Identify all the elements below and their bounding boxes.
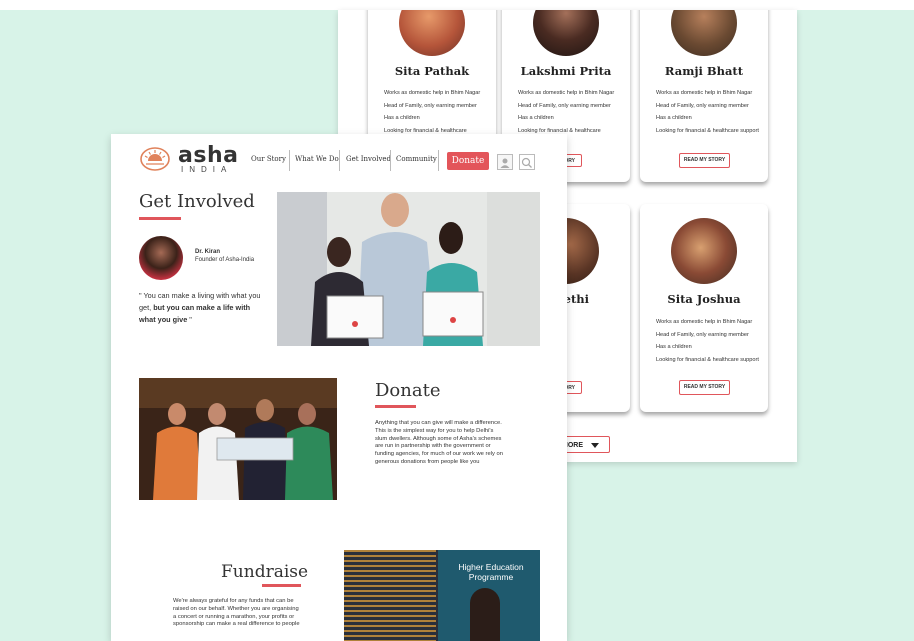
- title-underline: [375, 405, 416, 408]
- card-name: Sita Pathak: [394, 64, 470, 78]
- chevron-down-icon: [591, 442, 599, 448]
- card-name: Ramji Bhatt: [664, 64, 744, 78]
- nav-what-we-do[interactable]: What We Do: [295, 155, 339, 163]
- fundraise-text: We're always grateful for any funds that…: [173, 598, 300, 628]
- fact: Head of Family, only earning member: [384, 102, 477, 109]
- user-icon: [500, 158, 510, 168]
- fact: Works as domestic help in Bhim Nagar: [384, 90, 481, 96]
- story-card: Ramji Bhatt Works as domestic help in Bh…: [640, 10, 768, 182]
- founder-avatar: [139, 236, 183, 280]
- title-underline: [139, 217, 181, 220]
- fact: Has a children: [384, 115, 420, 121]
- fact: Looking for financial & healthcare suppo…: [656, 356, 759, 363]
- founder-quote: " You can make a living with what you ge…: [139, 290, 265, 326]
- title-underline: [262, 584, 301, 587]
- quote-end: ": [189, 315, 192, 324]
- read-my-story-button[interactable]: READ MY STORY: [679, 380, 730, 395]
- card-facts: Works as domestic help in Bhim Nagar Hea…: [384, 90, 488, 140]
- fact: Looking for financial & healthcare suppo…: [656, 127, 759, 134]
- nav-divider: [289, 150, 290, 171]
- nav-divider: [438, 150, 439, 171]
- fact: Has a children: [656, 344, 692, 350]
- nav-community[interactable]: Community: [396, 155, 437, 163]
- fundraise-title: Fundraise: [221, 562, 309, 582]
- fundraise-poster: Higher Education Programme: [344, 550, 540, 641]
- donate-button[interactable]: Donate: [447, 152, 489, 170]
- get-involved-page: asha INDIA Our Story What We Do Get Invo…: [111, 134, 567, 641]
- avatar: [399, 10, 465, 56]
- founder-name: Dr. Kiran: [195, 249, 221, 255]
- avatar: [671, 10, 737, 56]
- quote-bold: but you can make a life with what you gi…: [139, 303, 251, 324]
- avatar: [671, 218, 737, 284]
- fact: Works as domestic help in Bhim Nagar: [518, 90, 615, 96]
- story-card: Sita Joshua Works as domestic help in Bh…: [640, 204, 768, 412]
- fact: Head of Family, only earning member: [656, 102, 749, 109]
- fact: Works as domestic help in Bhim Nagar: [656, 319, 753, 325]
- fact: Works as domestic help in Bhim Nagar: [656, 90, 753, 96]
- nav-divider: [390, 150, 391, 171]
- card-facts: Works as domestic help in Bhim Nagar Hea…: [518, 90, 622, 140]
- poster-person: [470, 588, 500, 641]
- logo-subtitle: INDIA: [181, 165, 233, 174]
- fact: Has a children: [656, 115, 692, 121]
- read-my-story-button[interactable]: READ MY STORY: [679, 153, 730, 168]
- fact: Head of Family, only earning member: [518, 102, 611, 109]
- user-button[interactable]: [497, 154, 513, 170]
- volunteer-photo: [277, 192, 540, 346]
- nav-get-involved[interactable]: Get Involved: [346, 155, 391, 163]
- search-icon: [521, 157, 532, 168]
- founder-role: Founder of Asha-India: [195, 257, 255, 263]
- avatar: [533, 10, 599, 56]
- poster-left-text: [344, 550, 436, 641]
- donate-title: Donate: [375, 380, 441, 401]
- nav-divider: [339, 150, 340, 171]
- sun-logo-icon: [140, 147, 170, 171]
- card-name: Sita Joshua: [667, 292, 741, 306]
- poster-title: Higher Education Programme: [458, 562, 524, 582]
- card-facts: Works as domestic help in Bhim Nagar Hea…: [656, 319, 760, 369]
- nav-our-story[interactable]: Our Story: [251, 155, 286, 163]
- donate-photo: [139, 378, 337, 500]
- top-band: [0, 0, 914, 10]
- fact: Head of Family, only earning member: [656, 331, 749, 338]
- get-involved-title: Get Involved: [139, 191, 255, 212]
- card-facts: Works as domestic help in Bhim Nagar Hea…: [656, 90, 760, 140]
- fact: Has a children: [518, 115, 554, 121]
- card-name: Lakshmi Prita: [520, 64, 612, 78]
- search-button[interactable]: [519, 154, 535, 170]
- donate-text: Anything that you can give will make a d…: [375, 420, 503, 465]
